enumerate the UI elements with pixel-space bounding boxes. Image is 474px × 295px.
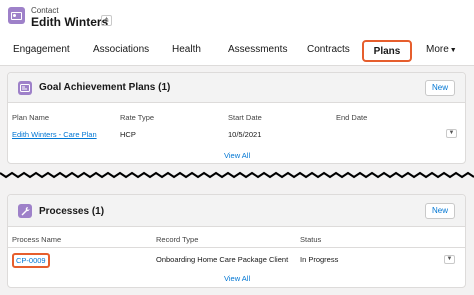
tab-more[interactable]: More▼ — [426, 44, 457, 55]
record-type: Onboarding Home Care Package Client — [156, 255, 289, 264]
row-action-menu-icon[interactable]: ▼ — [444, 255, 455, 264]
new-button[interactable]: New — [425, 203, 455, 219]
tab-engagement[interactable]: Engagement — [13, 44, 70, 55]
tab-more-label: More — [426, 44, 449, 55]
row-divider — [8, 247, 465, 248]
column-header: Record Type — [156, 235, 199, 244]
card-title: Processes (1) — [39, 206, 105, 217]
start-date: 10/5/2021 — [228, 130, 262, 139]
chevron-down-icon: ▼ — [449, 47, 457, 54]
rate-type: HCP — [120, 130, 136, 139]
record-name: Edith Winters — [31, 15, 109, 29]
processes-card: Processes (1) New Process Name Record Ty… — [7, 194, 466, 288]
process-name-link[interactable]: CP-0009 — [12, 253, 50, 268]
goal-plans-card: Goal Achievement Plans (1) New Plan Name… — [7, 72, 466, 164]
status: In Progress — [300, 255, 339, 264]
object-label: Contact — [31, 6, 59, 15]
card-header: Processes (1) New — [8, 195, 465, 227]
card-header: Goal Achievement Plans (1) New — [8, 73, 465, 103]
record-header: Contact Edith Winters ⋔ — [0, 0, 474, 36]
tab-health[interactable]: Health — [172, 44, 201, 55]
tab-contracts[interactable]: Contracts — [307, 44, 350, 55]
card-title: Goal Achievement Plans (1) — [39, 82, 171, 93]
column-header: Status — [300, 235, 322, 244]
page-break-divider — [0, 171, 474, 179]
column-header: Process Name — [12, 235, 62, 244]
row-action-menu-icon[interactable]: ▼ — [446, 129, 457, 138]
hierarchy-icon[interactable]: ⋔ — [101, 15, 112, 26]
column-header: Rate Type — [120, 113, 155, 122]
view-all-link[interactable]: View All — [224, 274, 250, 283]
plan-name-link[interactable]: Edith Winters - Care Plan — [12, 130, 97, 139]
tab-plans[interactable]: Plans — [362, 40, 412, 62]
column-header: End Date — [336, 113, 368, 122]
new-button[interactable]: New — [425, 80, 455, 96]
wrench-icon — [18, 204, 32, 218]
plan-icon — [18, 81, 32, 95]
column-header: Plan Name — [12, 113, 50, 122]
tab-associations[interactable]: Associations — [93, 44, 149, 55]
column-header: Start Date — [228, 113, 262, 122]
view-all-link[interactable]: View All — [224, 151, 250, 160]
tab-assessments[interactable]: Assessments — [228, 44, 287, 55]
contact-icon — [8, 7, 25, 24]
